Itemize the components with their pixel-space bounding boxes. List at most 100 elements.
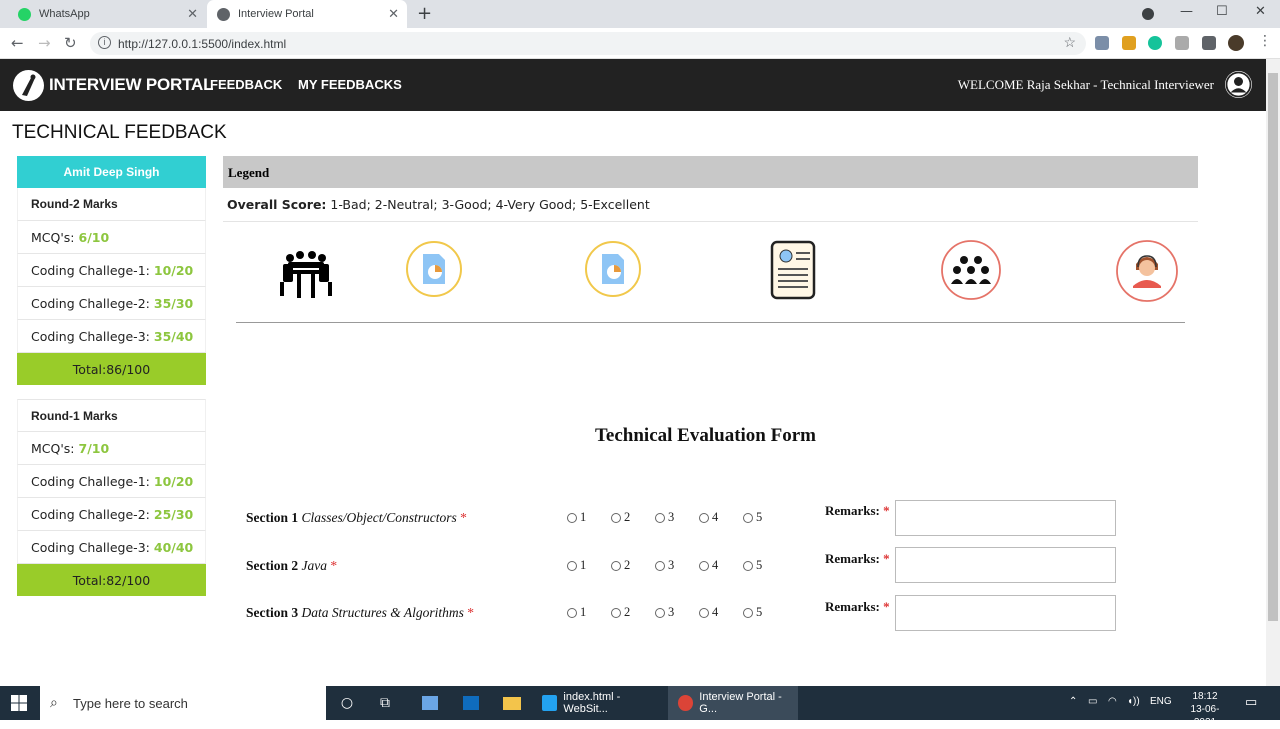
windows-taskbar: ⌕ Type here to search ○ ⧉ index.html - W… [0, 686, 1280, 728]
new-tab-icon[interactable]: + [417, 3, 432, 24]
rating-radio-2[interactable]: 2 [611, 558, 655, 573]
rating-radio-2[interactable]: 2 [611, 605, 655, 620]
radio-circle[interactable] [743, 560, 753, 571]
rating-radio-3[interactable]: 3 [655, 510, 699, 525]
extension-icon[interactable] [1122, 36, 1136, 50]
radio-circle[interactable] [655, 607, 665, 618]
radio-circle[interactable] [699, 512, 709, 523]
rating-radio-3[interactable]: 3 [655, 605, 699, 620]
language-indicator[interactable]: ENG [1150, 696, 1172, 707]
meeting-icon [275, 240, 337, 302]
tab-interview-portal[interactable]: Interview Portal ✕ [207, 0, 407, 28]
remarks-input[interactable] [895, 500, 1116, 536]
rating-radio-4[interactable]: 4 [699, 558, 743, 573]
required-mark: * [330, 558, 338, 573]
tray-chevron-icon[interactable]: ⌃ [1069, 696, 1077, 707]
taskbar-app-label: index.html - WebSit... [563, 691, 621, 715]
radio-circle[interactable] [743, 512, 753, 523]
tab-whatsapp[interactable]: WhatsApp ✕ [8, 0, 206, 28]
scrollbar-thumb[interactable] [1268, 73, 1278, 621]
radio-circle[interactable] [611, 607, 621, 618]
radio-circle[interactable] [655, 512, 665, 523]
profile-dropdown-icon[interactable] [1142, 8, 1154, 20]
rating-radio-1[interactable]: 1 [567, 558, 611, 573]
remarks-input[interactable] [895, 547, 1116, 583]
file-explorer-icon[interactable] [500, 686, 524, 720]
nav-feedback[interactable]: FEEDBACK [210, 77, 282, 92]
radio-circle[interactable] [699, 607, 709, 618]
close-tab-icon[interactable]: ✕ [187, 6, 198, 22]
section-number: Section 3 [246, 605, 299, 620]
site-info-icon[interactable]: i [98, 36, 111, 49]
rating-radio-1[interactable]: 1 [567, 510, 611, 525]
remarks-label: Remarks: * [825, 551, 890, 567]
rating-radio-5[interactable]: 5 [743, 605, 787, 620]
page-scrollbar[interactable] [1266, 59, 1280, 686]
radio-circle[interactable] [655, 560, 665, 571]
radio-circle[interactable] [743, 607, 753, 618]
nav-my-feedbacks[interactable]: MY FEEDBACKS [298, 77, 402, 92]
score-value: 10/20 [153, 262, 194, 278]
radio-circle[interactable] [567, 607, 577, 618]
brand-title[interactable]: INTERVIEW PORTAL [49, 75, 213, 95]
cortana-icon[interactable]: ○ [334, 686, 360, 720]
rating-radio-1[interactable]: 1 [567, 605, 611, 620]
score-value: 7/10 [78, 440, 110, 456]
extension-icon[interactable] [1095, 36, 1109, 50]
windows-start-icon[interactable] [11, 695, 27, 715]
app-icon[interactable] [418, 686, 442, 720]
reload-icon[interactable]: ↻ [64, 34, 77, 52]
url-field[interactable]: i http://127.0.0.1:5500/index.html ☆ [90, 32, 1086, 55]
taskbar-app-label: Interview Portal - G... [699, 691, 782, 715]
radio-label: 2 [624, 605, 631, 619]
whatsapp-icon [18, 7, 31, 21]
remarks-input[interactable] [895, 595, 1116, 631]
radio-label: 3 [668, 605, 675, 619]
user-avatar-icon[interactable] [1225, 71, 1252, 98]
url-text: http://127.0.0.1:5500/index.html [118, 36, 287, 51]
notification-icon[interactable]: ▭ [1245, 694, 1257, 710]
rating-radio-4[interactable]: 4 [699, 605, 743, 620]
battery-icon[interactable]: ▭ [1088, 696, 1097, 707]
task-view-icon[interactable]: ⧉ [372, 686, 398, 720]
taskbar-clock[interactable]: 18:12 13-06-2021 [1181, 690, 1229, 729]
taskbar-app-vscode[interactable]: index.html - WebSit... [534, 686, 664, 720]
wifi-icon[interactable]: ◠ [1108, 696, 1117, 707]
rating-radio-5[interactable]: 5 [743, 558, 787, 573]
app-header: INTERVIEW PORTAL FEEDBACK MY FEEDBACKS W… [0, 59, 1266, 111]
extension-icon[interactable] [1175, 36, 1189, 50]
taskbar-app-chrome[interactable]: Interview Portal - G... [668, 686, 798, 720]
grammarly-icon[interactable] [1148, 36, 1162, 50]
radio-circle[interactable] [567, 512, 577, 523]
volume-icon[interactable]: ◖)) [1127, 696, 1140, 707]
puzzle-icon[interactable] [1202, 36, 1216, 50]
radio-label: 1 [580, 510, 587, 524]
taskbar-search-input[interactable]: ⌕ Type here to search [40, 686, 326, 720]
minimize-icon[interactable]: — [1180, 4, 1193, 19]
divider [223, 221, 1198, 222]
required-mark: * [883, 599, 890, 614]
section-2-label: Section 2 Java * [246, 558, 337, 574]
bookmark-star-icon[interactable]: ☆ [1063, 34, 1076, 51]
menu-icon[interactable]: ⋮ [1258, 33, 1272, 49]
profile-avatar-icon[interactable] [1228, 35, 1244, 51]
section-1-label: Section 1 Classes/Object/Constructors * [246, 510, 467, 526]
radio-circle[interactable] [611, 560, 621, 571]
score-value: 10/20 [153, 473, 194, 489]
scale-text: 1-Bad; 2-Neutral; 3-Good; 4-Very Good; 5… [330, 197, 650, 212]
rating-radio-5[interactable]: 5 [743, 510, 787, 525]
close-tab-icon[interactable]: ✕ [388, 6, 399, 22]
page-title: TECHNICAL FEEDBACK [12, 122, 227, 143]
rating-radio-3[interactable]: 3 [655, 558, 699, 573]
radio-circle[interactable] [567, 560, 577, 571]
clock-date: 13-06-2021 [1190, 704, 1220, 728]
maximize-icon[interactable]: ☐ [1216, 4, 1228, 19]
outlook-icon[interactable] [459, 686, 483, 720]
radio-circle[interactable] [611, 512, 621, 523]
rating-radio-4[interactable]: 4 [699, 510, 743, 525]
radio-circle[interactable] [699, 560, 709, 571]
close-window-icon[interactable]: ✕ [1255, 4, 1266, 19]
rating-radio-2[interactable]: 2 [611, 510, 655, 525]
back-icon[interactable]: ← [11, 34, 24, 52]
forward-icon[interactable]: → [38, 34, 51, 52]
